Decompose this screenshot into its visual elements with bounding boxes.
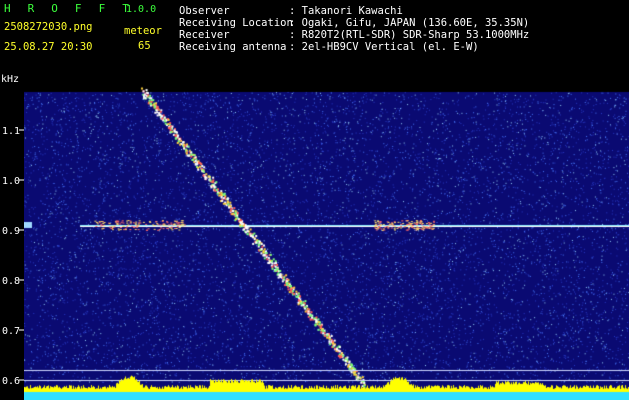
- y-tick-label: 0.7: [2, 326, 20, 337]
- y-tick-label: 1.0: [2, 176, 20, 187]
- y-tick-label: 0.6: [2, 376, 20, 387]
- y-tick-label: 0.8: [2, 276, 20, 287]
- y-axis-unit: kHz: [1, 74, 19, 85]
- y-tick-label: 1.1: [2, 126, 20, 137]
- y-tick-label: 0.9: [2, 226, 20, 237]
- y-axis-ticks: 1.1 1.0 0.9 0.8 0.7 0.6: [2, 126, 24, 387]
- spectrogram-plot: [24, 80, 629, 400]
